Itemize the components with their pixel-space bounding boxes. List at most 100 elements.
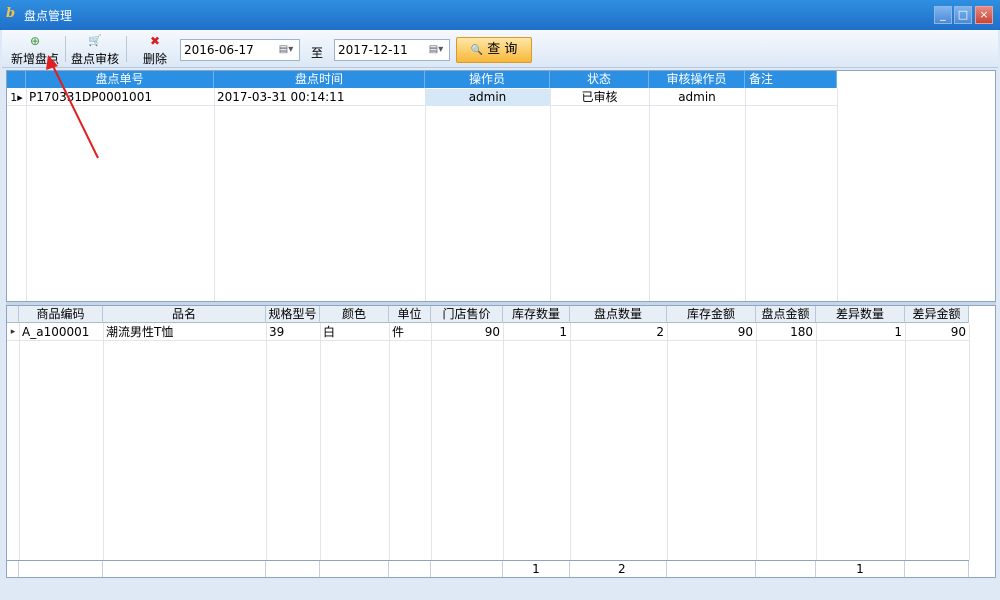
date-from-value: 2016-06-17	[184, 43, 254, 57]
color-cell[interactable]: 白	[320, 324, 389, 341]
name-cell[interactable]: 潮流男性T恤	[103, 324, 266, 341]
operator-cell[interactable]: admin	[425, 89, 550, 106]
inventory-order-grid[interactable]: 盘点单号 盘点时间 操作员 状态 审核操作员 备注 1▸ P170331DP00…	[6, 70, 996, 302]
add-inventory-label: 新增盘点	[10, 52, 59, 66]
maximize-button[interactable]: □	[954, 6, 972, 24]
grid-line	[19, 323, 20, 560]
column-header-order-no[interactable]: 盘点单号	[26, 71, 214, 88]
column-header-unit[interactable]: 单位	[389, 306, 431, 323]
totals-cell	[431, 561, 503, 577]
table-row[interactable]: ▸ A_a100001 潮流男性T恤 39 白 件 90 1 2 90 180 …	[7, 324, 969, 341]
totals-cell	[19, 561, 103, 577]
calendar-dropdown-icon[interactable]: ▤▾	[425, 42, 447, 58]
stock-amount-cell[interactable]: 90	[667, 324, 756, 341]
row-indicator-header	[7, 306, 19, 323]
grid-line	[425, 88, 426, 301]
grid-line	[969, 323, 970, 560]
code-cell[interactable]: A_a100001	[19, 324, 103, 341]
column-header-diff-amount[interactable]: 差异金额	[905, 306, 969, 323]
grid-line	[667, 323, 668, 560]
reviewer-cell[interactable]: admin	[649, 89, 745, 106]
date-from-picker[interactable]: 2016-06-17 ▤▾	[180, 39, 300, 61]
close-button[interactable]: ×	[975, 6, 993, 24]
unit-cell[interactable]: 件	[389, 324, 431, 341]
grid-line	[389, 323, 390, 560]
add-inventory-button[interactable]: ⊕ 新增盘点	[8, 34, 62, 66]
totals-cell	[667, 561, 756, 577]
row-indicator: 1▸	[10, 91, 23, 104]
totals-cell	[266, 561, 320, 577]
column-header-remark[interactable]: 备注	[745, 71, 837, 88]
column-header-time[interactable]: 盘点时间	[214, 71, 425, 88]
grid-line	[550, 88, 551, 301]
stock-qty-cell[interactable]: 1	[503, 324, 570, 341]
toolbar-divider	[126, 36, 127, 62]
column-header-color[interactable]: 颜色	[320, 306, 389, 323]
grid-line	[837, 88, 838, 301]
grid-header: 商品编码 品名 规格型号 颜色 单位 门店售价 库存数量 盘点数量 库存金额 盘…	[7, 306, 969, 323]
remark-cell[interactable]	[745, 89, 837, 106]
delete-label: 删除	[142, 52, 167, 66]
toolbar-divider	[65, 36, 66, 62]
window-title: 盘点管理	[24, 9, 73, 23]
grid-line	[103, 323, 104, 560]
column-header-count-qty[interactable]: 盘点数量	[570, 306, 667, 323]
add-circle-icon: ⊕	[29, 34, 41, 48]
title-bar: b 盘点管理 _ □ ×	[0, 0, 1000, 30]
count-qty-cell[interactable]: 2	[570, 324, 667, 341]
totals-cell	[320, 561, 389, 577]
minimize-button[interactable]: _	[934, 6, 952, 24]
grid-line	[320, 323, 321, 560]
grid-line	[649, 88, 650, 301]
grid-line	[266, 323, 267, 560]
query-button[interactable]: 🔍 查 询	[456, 37, 532, 63]
app-logo-icon: b	[6, 6, 16, 21]
totals-row: 1 2 1	[7, 560, 969, 577]
totals-cell	[905, 561, 969, 577]
column-header-code[interactable]: 商品编码	[19, 306, 103, 323]
review-inventory-button[interactable]: 🛒 盘点审核	[68, 34, 122, 66]
grid-line	[503, 323, 504, 560]
column-header-diff-qty[interactable]: 差异数量	[816, 306, 905, 323]
grid-line	[214, 88, 215, 301]
delete-button[interactable]: ✖ 删除	[130, 34, 180, 66]
diff-amount-cell[interactable]: 90	[905, 324, 969, 341]
column-header-operator[interactable]: 操作员	[425, 71, 550, 88]
column-header-status[interactable]: 状态	[550, 71, 649, 88]
column-header-stock-qty[interactable]: 库存数量	[503, 306, 570, 323]
grid-line	[816, 323, 817, 560]
table-row[interactable]: 1▸ P170331DP0001001 2017-03-31 00:14:11 …	[7, 89, 837, 106]
search-icon: 🔍	[470, 45, 484, 56]
review-inventory-label: 盘点审核	[70, 52, 119, 66]
grid-line	[756, 323, 757, 560]
count-amount-cell[interactable]: 180	[756, 324, 816, 341]
status-cell[interactable]: 已审核	[550, 89, 649, 106]
column-header-count-amount[interactable]: 盘点金额	[756, 306, 816, 323]
grid-line	[431, 323, 432, 560]
calendar-dropdown-icon[interactable]: ▤▾	[275, 42, 297, 58]
row-indicator: ▸	[10, 327, 16, 337]
totals-indicator	[7, 561, 19, 577]
grid-line	[26, 88, 27, 301]
totals-cell	[103, 561, 266, 577]
order-no-cell[interactable]: P170331DP0001001	[26, 89, 214, 106]
grid-header: 盘点单号 盘点时间 操作员 状态 审核操作员 备注	[7, 71, 837, 88]
column-header-price[interactable]: 门店售价	[431, 306, 503, 323]
totals-cell	[756, 561, 816, 577]
cart-icon: 🛒	[88, 34, 102, 47]
column-header-reviewer[interactable]: 审核操作员	[649, 71, 745, 88]
inventory-detail-grid[interactable]: 商品编码 品名 规格型号 颜色 单位 门店售价 库存数量 盘点数量 库存金额 盘…	[6, 305, 996, 578]
column-header-stock-amount[interactable]: 库存金额	[667, 306, 756, 323]
column-header-name[interactable]: 品名	[103, 306, 266, 323]
price-cell[interactable]: 90	[431, 324, 503, 341]
spec-cell[interactable]: 39	[266, 324, 320, 341]
total-diff-qty: 1	[816, 561, 905, 577]
diff-qty-cell[interactable]: 1	[816, 324, 905, 341]
time-cell[interactable]: 2017-03-31 00:14:11	[214, 89, 425, 106]
grid-line	[905, 323, 906, 560]
date-to-picker[interactable]: 2017-12-11 ▤▾	[334, 39, 450, 61]
date-range-to-label: 至	[311, 46, 324, 60]
column-header-spec[interactable]: 规格型号	[266, 306, 320, 323]
toolbar: ⊕ 新增盘点 🛒 盘点审核 ✖ 删除 2016-06-17 ▤▾ 至 2017-…	[2, 30, 998, 68]
total-stock-qty: 1	[503, 561, 570, 577]
